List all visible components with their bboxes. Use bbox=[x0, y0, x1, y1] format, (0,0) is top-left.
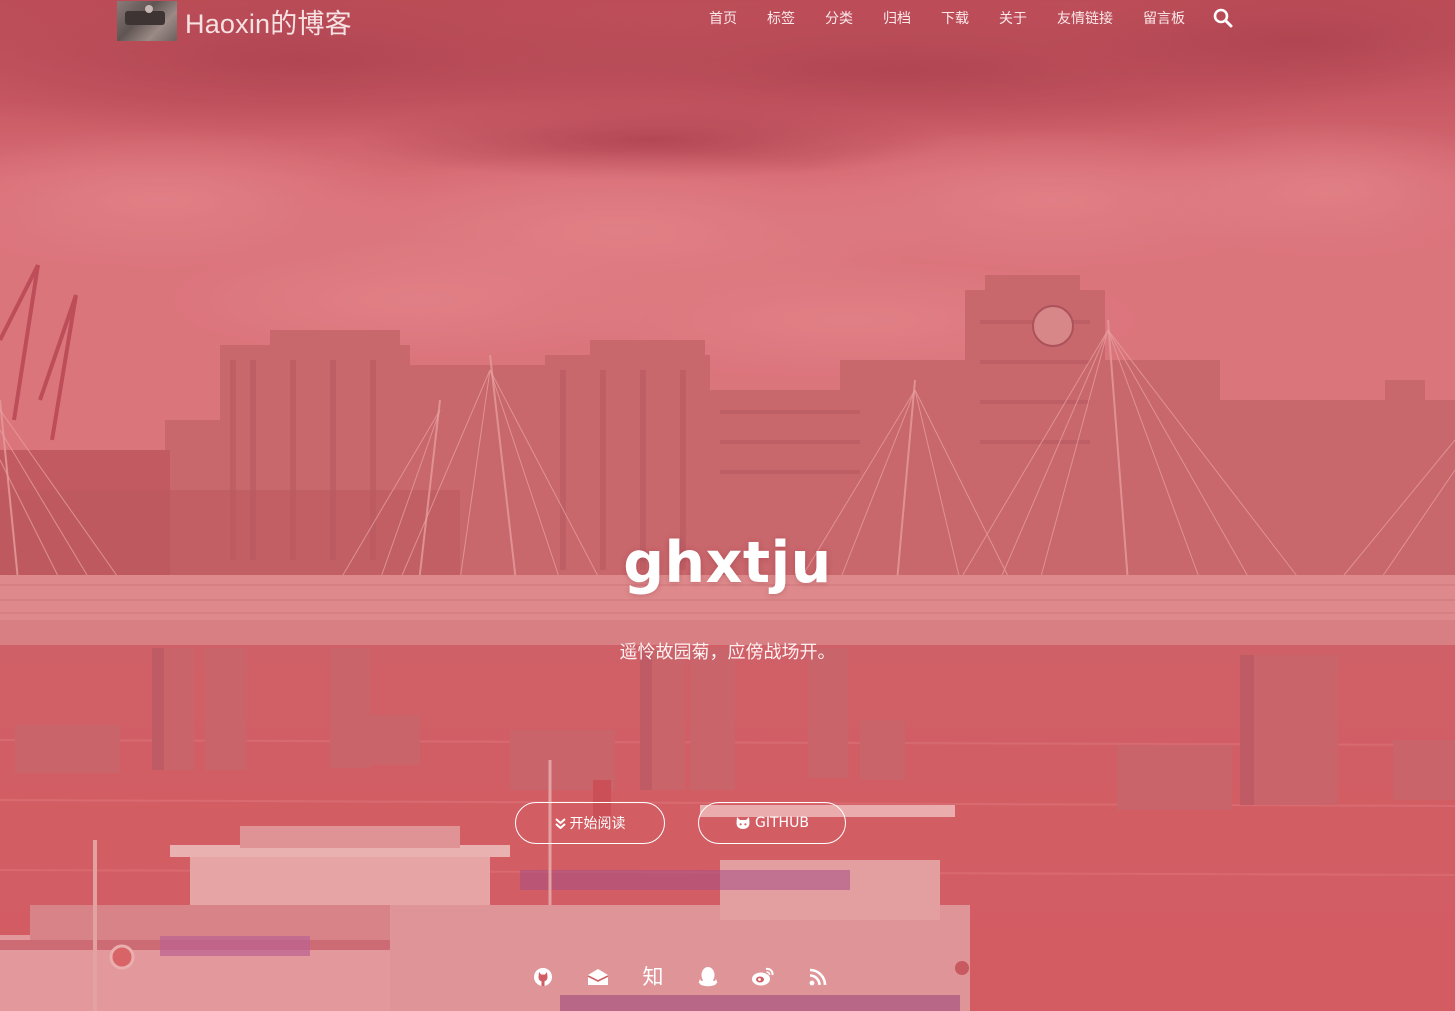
github-cat-icon bbox=[735, 816, 751, 830]
start-reading-label: 开始阅读 bbox=[569, 816, 626, 832]
site-logo-image bbox=[117, 1, 177, 41]
site-subtitle: 遥怜故园菊，应傍战场开。 bbox=[619, 642, 836, 663]
qq-icon[interactable] bbox=[693, 962, 723, 992]
rss-icon[interactable] bbox=[803, 962, 833, 992]
nav-item-about[interactable]: 关于 bbox=[999, 8, 1027, 28]
site-brand-link[interactable]: Haoxin的博客 bbox=[117, 1, 352, 41]
github-button-label: GITHUB bbox=[755, 815, 809, 831]
zhihu-icon[interactable]: 知 bbox=[638, 962, 668, 992]
site-title: ghxtju bbox=[623, 530, 832, 596]
email-icon[interactable] bbox=[583, 962, 613, 992]
start-reading-button[interactable]: 开始阅读 bbox=[515, 802, 665, 844]
nav-item-home[interactable]: 首页 bbox=[709, 8, 737, 28]
social-links: 知 bbox=[528, 962, 833, 992]
nav-item-friend-links[interactable]: 友情链接 bbox=[1057, 8, 1113, 28]
nav-item-archives[interactable]: 归档 bbox=[883, 8, 911, 28]
navbar: Haoxin的博客 首页 标签 分类 归档 下载 关于 友情链接 留言板 bbox=[0, 0, 1455, 44]
hero-header: Haoxin的博客 首页 标签 分类 归档 下载 关于 友情链接 留言板 ghx… bbox=[0, 0, 1455, 1011]
github-icon[interactable] bbox=[528, 962, 558, 992]
hero-background-image bbox=[0, 0, 1455, 1011]
github-button[interactable]: GITHUB bbox=[698, 802, 846, 844]
nav-item-downloads[interactable]: 下载 bbox=[941, 8, 969, 28]
double-chevron-down-icon bbox=[554, 817, 566, 829]
nav-item-tags[interactable]: 标签 bbox=[767, 8, 795, 28]
site-brand-name: Haoxin的博客 bbox=[185, 8, 352, 39]
nav-item-guestbook[interactable]: 留言板 bbox=[1143, 8, 1185, 28]
search-icon[interactable] bbox=[1213, 8, 1233, 28]
nav-item-categories[interactable]: 分类 bbox=[825, 8, 853, 28]
zhihu-icon-text: 知 bbox=[642, 964, 664, 989]
nav-links: 首页 标签 分类 归档 下载 关于 友情链接 留言板 bbox=[679, 0, 1233, 36]
weibo-icon[interactable] bbox=[748, 962, 778, 992]
